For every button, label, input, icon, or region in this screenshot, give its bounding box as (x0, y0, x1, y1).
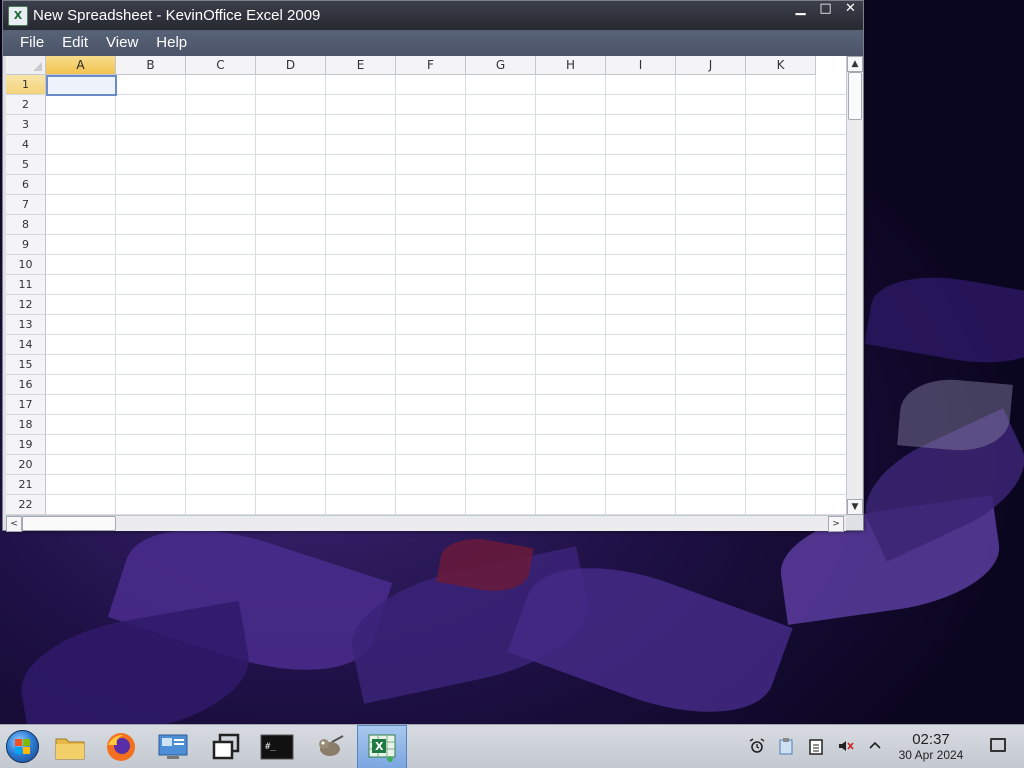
scroll-down-button[interactable]: ▼ (847, 499, 863, 515)
spreadsheet-window: X New Spreadsheet - KevinOffice Excel 20… (2, 0, 864, 532)
column-header-k[interactable]: K (746, 56, 816, 75)
terminal-icon[interactable]: #_ (252, 725, 302, 768)
clipboard-icon[interactable] (806, 737, 826, 757)
scroll-up-button[interactable]: ▲ (847, 56, 863, 72)
row-header-3[interactable]: 3 (6, 115, 46, 135)
active-cell[interactable] (46, 75, 117, 96)
row-header-22[interactable]: 22 (6, 495, 46, 515)
menu-file[interactable]: File (11, 30, 53, 56)
svg-text:X: X (375, 740, 384, 753)
row-header-18[interactable]: 18 (6, 415, 46, 435)
row-header-15[interactable]: 15 (6, 355, 46, 375)
taskbar: #_ X (0, 724, 1024, 768)
volume-muted-icon[interactable] (836, 737, 856, 757)
column-header-b[interactable]: B (116, 56, 186, 75)
menu-help[interactable]: Help (147, 30, 196, 56)
vertical-scrollbar[interactable]: ▲ ▼ (846, 56, 863, 515)
row-header-5[interactable]: 5 (6, 155, 46, 175)
show-desktop-icon[interactable] (990, 738, 1006, 752)
row-header-10[interactable]: 10 (6, 255, 46, 275)
row-header-6[interactable]: 6 (6, 175, 46, 195)
column-header-a[interactable]: A (46, 56, 116, 75)
horizontal-scrollbar[interactable]: < > (6, 515, 846, 532)
clock-date[interactable]: 30 Apr 2024 (890, 748, 972, 762)
row-header-4[interactable]: 4 (6, 135, 46, 155)
column-header-c[interactable]: C (186, 56, 256, 75)
row-header-20[interactable]: 20 (6, 455, 46, 475)
row-header-9[interactable]: 9 (6, 235, 46, 255)
file-manager-icon[interactable] (45, 725, 95, 768)
scroll-right-button[interactable]: > (828, 516, 844, 532)
menu-edit[interactable]: Edit (53, 30, 97, 56)
chevron-up-icon[interactable] (865, 737, 885, 757)
window-switcher-icon[interactable] (201, 725, 251, 768)
scroll-left-button[interactable]: < (6, 516, 22, 532)
column-header-e[interactable]: E (326, 56, 396, 75)
row-header-8[interactable]: 8 (6, 215, 46, 235)
row-header-17[interactable]: 17 (6, 395, 46, 415)
spreadsheet-app-icon: X (8, 5, 28, 26)
title-bar[interactable]: X New Spreadsheet - KevinOffice Excel 20… (3, 1, 863, 30)
menu-view[interactable]: View (97, 30, 147, 56)
spreadsheet-app-icon[interactable]: X (357, 725, 407, 768)
row-header-2[interactable]: 2 (6, 95, 46, 115)
spreadsheet-grid[interactable]: A B C D E F G H I J K 1 2 3 4 5 6 7 8 9 10 11 12 13 14 15 16 17 18 19… (6, 56, 846, 515)
clipboard-paste-icon[interactable] (776, 737, 796, 757)
minimize-button[interactable]: ▁ (788, 1, 813, 30)
row-header-14[interactable]: 14 (6, 335, 46, 355)
row-header-16[interactable]: 16 (6, 375, 46, 395)
system-settings-icon[interactable] (148, 725, 198, 768)
row-header-1[interactable]: 1 (6, 75, 46, 95)
column-header-i[interactable]: I (606, 56, 676, 75)
column-header-d[interactable]: D (256, 56, 326, 75)
close-button[interactable]: ✕ (838, 1, 863, 30)
maximize-button[interactable]: □ (813, 1, 838, 30)
column-header-f[interactable]: F (396, 56, 466, 75)
menu-bar: File Edit View Help (3, 30, 863, 56)
gimp-icon[interactable] (304, 725, 354, 768)
cell-area[interactable] (46, 75, 846, 515)
row-header-19[interactable]: 19 (6, 435, 46, 455)
row-header-11[interactable]: 11 (6, 275, 46, 295)
column-header-g[interactable]: G (466, 56, 536, 75)
row-header-12[interactable]: 12 (6, 295, 46, 315)
row-header-21[interactable]: 21 (6, 475, 46, 495)
clock-time[interactable]: 02:37 (895, 731, 967, 748)
column-header-j[interactable]: J (676, 56, 746, 75)
horizontal-scroll-thumb[interactable] (22, 516, 116, 531)
firefox-icon[interactable] (96, 725, 146, 768)
start-button[interactable] (6, 730, 39, 763)
select-all-corner[interactable] (6, 56, 46, 75)
vertical-scroll-thumb[interactable] (848, 72, 862, 120)
column-header-h[interactable]: H (536, 56, 606, 75)
row-header-13[interactable]: 13 (6, 315, 46, 335)
row-header-7[interactable]: 7 (6, 195, 46, 215)
alarm-icon[interactable] (747, 737, 767, 757)
window-title: New Spreadsheet - KevinOffice Excel 2009 (33, 7, 321, 24)
svg-text:#_: #_ (265, 742, 276, 752)
